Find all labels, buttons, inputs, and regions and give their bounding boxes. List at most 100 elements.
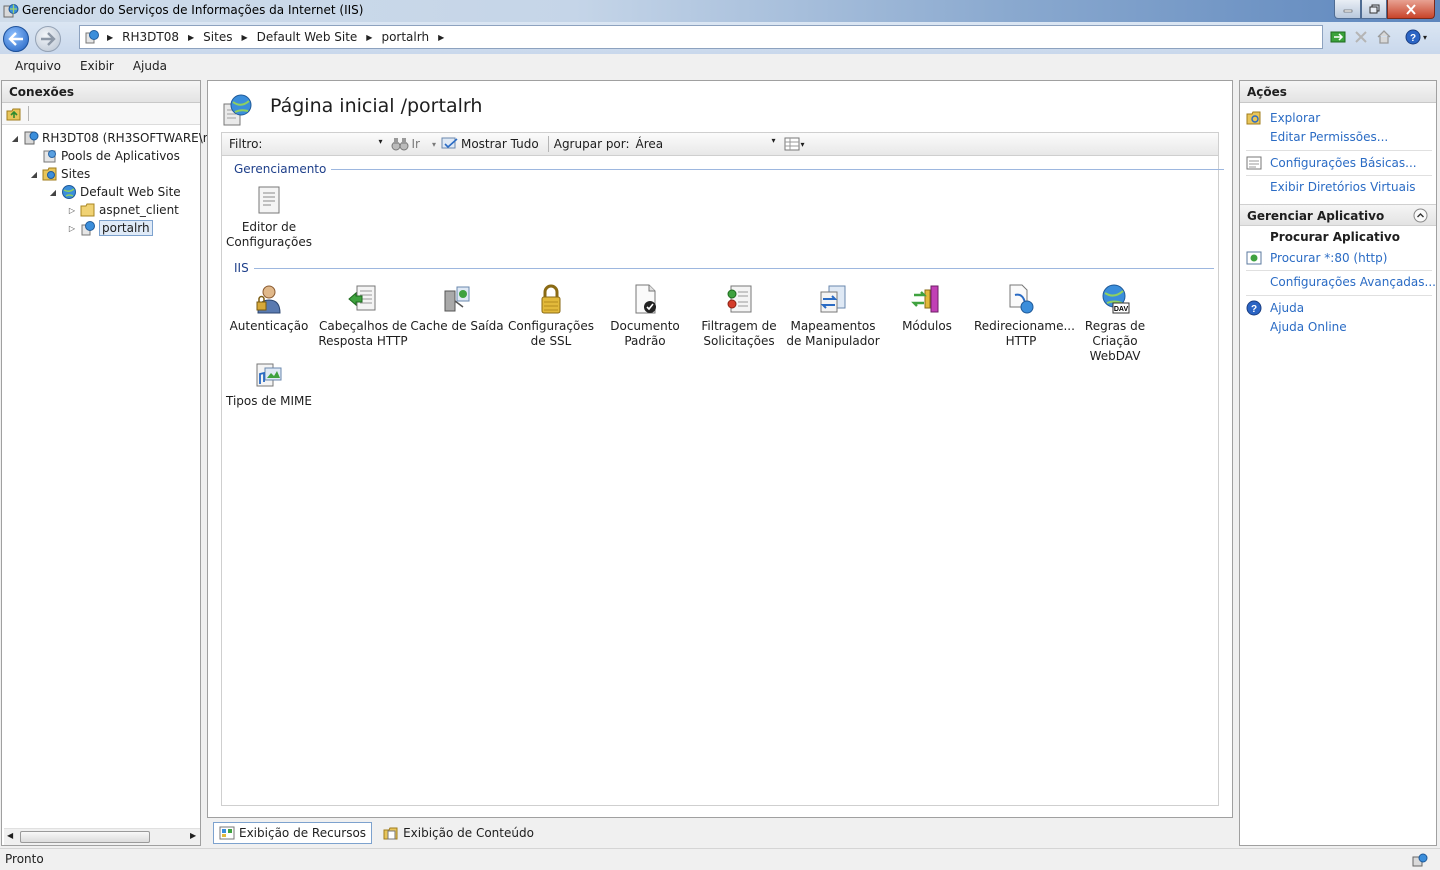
- action-view-virtual-dirs[interactable]: Exibir Diretórios Virtuais: [1270, 180, 1416, 194]
- app-pool-icon: [43, 150, 56, 163]
- stop-button[interactable]: [1352, 28, 1370, 46]
- expander-icon[interactable]: ▷: [67, 224, 77, 233]
- close-button[interactable]: [1387, 0, 1435, 19]
- feature-http-redirect[interactable]: Redirecioname... HTTP: [974, 283, 1075, 349]
- connections-toolbar: [2, 103, 200, 125]
- tree-item-aspnet-client[interactable]: ▷ aspnet_client: [67, 201, 179, 219]
- actions-divider: [1246, 295, 1432, 296]
- feature-config-editor[interactable]: Editor de Configurações: [222, 184, 316, 250]
- chevron-down-icon: ▾: [1422, 32, 1427, 42]
- tree-item-portalrh[interactable]: ▷ portalrh: [67, 219, 153, 237]
- chevron-down-icon[interactable]: ▾: [432, 140, 436, 149]
- tab-content-view[interactable]: Exibição de Conteúdo: [378, 822, 539, 844]
- feature-mime-types[interactable]: Tipos de MIME: [222, 358, 316, 409]
- chevron-right-icon: ▶: [241, 32, 248, 42]
- content-view-icon: [383, 827, 398, 840]
- address-bar[interactable]: ▶ RH3DT08 ▶ Sites ▶ Default Web Site ▶ p…: [79, 25, 1323, 49]
- breadcrumb-server[interactable]: RH3DT08: [122, 30, 179, 44]
- expander-icon[interactable]: ◢: [29, 170, 39, 179]
- web-app-icon: [81, 221, 95, 236]
- action-advanced-settings[interactable]: Configurações Avançadas...: [1270, 275, 1436, 289]
- feature-ssl-settings[interactable]: Configurações de SSL: [504, 283, 598, 349]
- feature-label: Cache de Saída: [410, 319, 504, 333]
- tree-label: portalrh: [99, 220, 153, 236]
- browse-app-label: Procurar Aplicativo: [1270, 230, 1400, 244]
- manage-app-section-header[interactable]: Gerenciar Aplicativo: [1240, 204, 1436, 226]
- filter-input[interactable]: ▾: [265, 135, 385, 153]
- chevron-down-icon[interactable]: ▾: [378, 137, 382, 146]
- action-browse-80[interactable]: Procurar *:80 (http): [1246, 250, 1387, 266]
- expander-icon[interactable]: ▷: [67, 206, 77, 215]
- menu-exibir[interactable]: Exibir: [80, 59, 114, 73]
- expander-icon[interactable]: ◢: [10, 134, 20, 143]
- minimize-button[interactable]: [1334, 0, 1361, 19]
- network-status-icon: [1412, 853, 1428, 867]
- svg-text:?: ?: [1410, 33, 1416, 44]
- action-edit-permissions[interactable]: Editar Permissões...: [1270, 130, 1388, 144]
- action-label: Editar Permissões...: [1270, 130, 1389, 144]
- scroll-thumb[interactable]: [20, 831, 150, 843]
- breadcrumb-sites[interactable]: Sites: [203, 30, 232, 44]
- feature-http-response-headers[interactable]: Cabeçalhos de Resposta HTTP: [316, 283, 410, 349]
- output-cache-icon: [444, 286, 470, 312]
- home-icon: [1377, 30, 1391, 44]
- action-explore[interactable]: Explorar: [1246, 110, 1320, 126]
- default-document-icon: [635, 284, 656, 314]
- close-icon: [1406, 3, 1416, 15]
- back-button[interactable]: [3, 26, 29, 52]
- horizontal-scrollbar[interactable]: ◀ ▶: [4, 828, 200, 845]
- home-button[interactable]: [1375, 28, 1393, 46]
- tab-label: Exibição de Conteúdo: [403, 826, 534, 840]
- collapse-icon[interactable]: [1413, 208, 1428, 223]
- tree-item-sites[interactable]: ◢ Sites: [29, 165, 90, 183]
- features-panel: Página inicial /portalrh Filtro: ▾ Ir ▾ …: [207, 80, 1233, 818]
- chevron-down-icon[interactable]: ▾: [801, 140, 805, 149]
- tree-item-app-pools[interactable]: Pools de Aplicativos: [29, 147, 180, 165]
- group-title: IIS: [234, 261, 249, 275]
- feature-default-document[interactable]: Documento Padrão: [598, 283, 692, 349]
- go-button[interactable]: Ir: [411, 137, 419, 151]
- feature-label: Tipos de MIME: [226, 394, 312, 408]
- help-menu-button[interactable]: ? ▾: [1403, 28, 1429, 46]
- expander-icon[interactable]: ◢: [48, 188, 58, 197]
- webdav-icon: DAV: [1102, 284, 1130, 314]
- feature-webdav-rules[interactable]: DAV Regras de Criação WebDAV: [1068, 283, 1162, 364]
- feature-label: Editor de Configurações: [226, 220, 312, 249]
- folder-icon: [80, 203, 95, 217]
- view-mode-icon[interactable]: [784, 137, 800, 151]
- help-icon: ?: [1405, 29, 1421, 45]
- group-by-select[interactable]: Área ▾: [633, 135, 778, 153]
- chevron-down-icon[interactable]: ▾: [772, 136, 776, 145]
- feature-handler-mappings[interactable]: Mapeamentos de Manipulador: [786, 283, 880, 349]
- action-basic-settings[interactable]: Configurações Básicas...: [1246, 155, 1417, 171]
- tab-features-view[interactable]: Exibição de Recursos: [213, 822, 373, 844]
- features-content: Gerenciamento Editor de Configurações II…: [221, 156, 1225, 806]
- action-help[interactable]: ? Ajuda: [1246, 300, 1304, 316]
- forward-button[interactable]: [35, 26, 61, 52]
- restore-button[interactable]: [1361, 0, 1387, 19]
- feature-authentication[interactable]: Autenticação: [222, 283, 316, 334]
- restore-icon: [1369, 4, 1379, 14]
- menu-ajuda[interactable]: Ajuda: [133, 59, 167, 73]
- tree-label: Sites: [61, 167, 91, 181]
- show-all-button[interactable]: Mostrar Tudo: [461, 137, 539, 151]
- action-online-help[interactable]: Ajuda Online: [1270, 320, 1347, 334]
- group-by-value: Área: [635, 137, 664, 151]
- feature-output-cache[interactable]: Cache de Saída: [410, 283, 504, 334]
- breadcrumb-default-web-site[interactable]: Default Web Site: [257, 30, 358, 44]
- tree-label: Pools de Aplicativos: [61, 149, 180, 163]
- feature-label: Regras de Criação WebDAV: [1084, 319, 1146, 363]
- tree-item-default-web-site[interactable]: ◢ Default Web Site: [48, 183, 181, 201]
- tree-item-server[interactable]: ◢ RH3DT08 (RH3SOFTWARE\ric: [10, 129, 218, 147]
- feature-modules[interactable]: Módulos: [880, 283, 974, 334]
- section-title: Gerenciar Aplicativo: [1247, 209, 1385, 223]
- svg-text:?: ?: [1251, 304, 1257, 315]
- menu-arquivo[interactable]: Arquivo: [15, 59, 61, 73]
- scroll-left-icon[interactable]: ◀: [7, 831, 13, 840]
- scroll-right-icon[interactable]: ▶: [190, 831, 196, 840]
- feature-request-filtering[interactable]: Filtragem de Solicitações: [692, 283, 786, 349]
- up-folder-icon[interactable]: [6, 106, 22, 122]
- breadcrumb-portalrh[interactable]: portalrh: [381, 30, 429, 44]
- connect-button[interactable]: [1329, 28, 1347, 46]
- view-tabs: Exibição de Recursos Exibição de Conteúd…: [207, 820, 1233, 846]
